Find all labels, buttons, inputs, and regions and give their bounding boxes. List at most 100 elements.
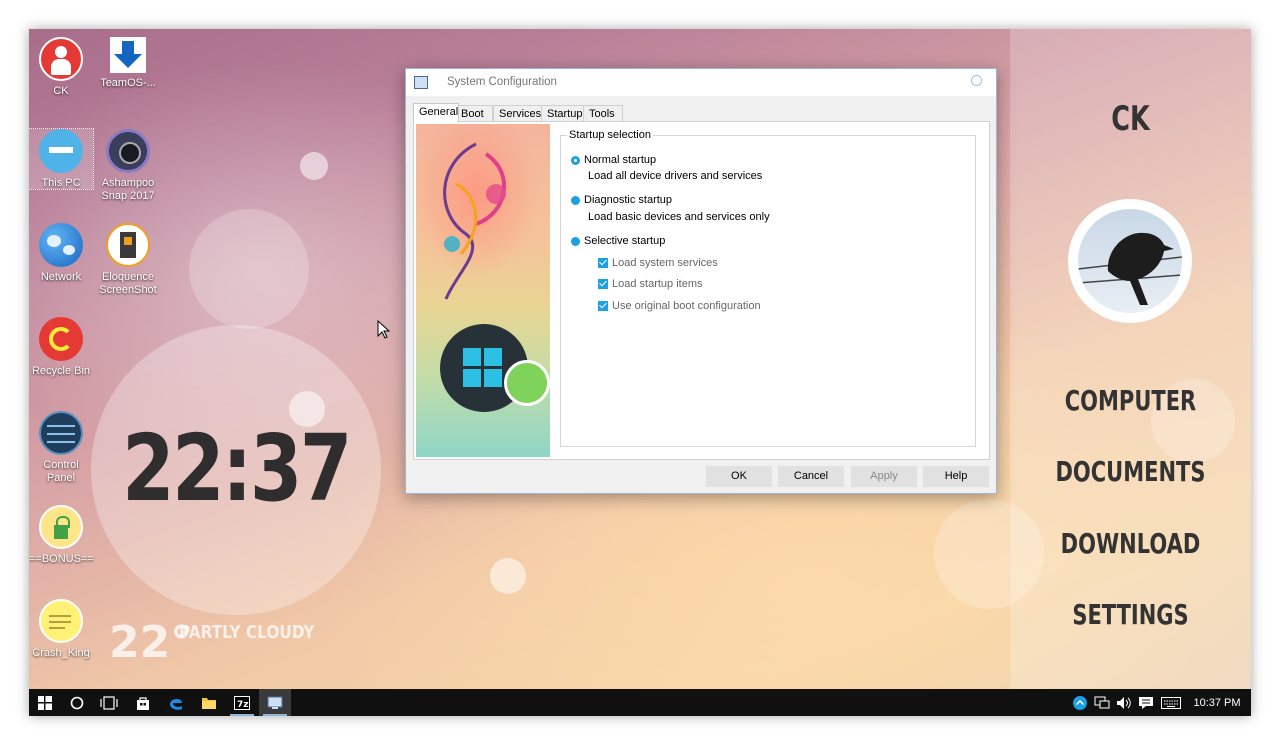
checkbox-load-startup-items[interactable]: Load startup items: [598, 278, 703, 290]
start-icon[interactable]: [29, 689, 61, 716]
desktop-icon-label: TeamOS-...: [100, 77, 156, 89]
action-center-icon[interactable]: [1136, 689, 1156, 716]
windows-logo-icon: [463, 348, 503, 388]
desktop-icon-label: CK: [53, 85, 69, 97]
desktop-icon-ashampoo[interactable]: Ashampoo Snap 2017: [96, 129, 160, 203]
desktop-icon-ck[interactable]: CK: [29, 37, 93, 98]
side-panel-link-download[interactable]: DOWNLOAD: [1040, 527, 1221, 560]
bokeh-decoration: [490, 558, 526, 594]
checkbox-label: Load system services: [612, 257, 718, 269]
startup-selection-group: Startup selection Normal startup Load al…: [560, 129, 976, 447]
radio-button-checked[interactable]: [571, 155, 580, 165]
msconfig-app-icon: [414, 76, 428, 89]
7zip-icon[interactable]: 7z: [226, 689, 258, 716]
checkbox-load-system-services[interactable]: Load system services: [598, 257, 718, 269]
radio-selective-startup[interactable]: Selective startup: [571, 235, 665, 247]
checkbox[interactable]: [598, 279, 608, 289]
desktop-icon-label: Ashampoo Snap 2017: [101, 177, 155, 202]
windows-banner-image: [416, 124, 550, 457]
dialog-titlebar[interactable]: System Configuration: [406, 69, 996, 96]
svg-text:7z: 7z: [237, 700, 249, 710]
apply-button[interactable]: Apply: [851, 466, 917, 487]
store-icon[interactable]: [127, 689, 159, 716]
tab-general[interactable]: General: [413, 103, 459, 123]
show-hidden-icon[interactable]: [1071, 689, 1089, 716]
radio-label: Diagnostic startup: [584, 194, 673, 206]
desktop-icon-control-panel[interactable]: Control Panel: [29, 411, 93, 485]
system-config-icon[interactable]: [259, 689, 291, 716]
camera-lens-icon: [106, 129, 150, 173]
radio-label: Normal startup: [584, 154, 657, 166]
recycle-bin-icon: [39, 317, 83, 361]
checkbox-label: Load startup items: [612, 278, 703, 290]
edge-icon[interactable]: [160, 689, 192, 716]
help-button[interactable]: Help: [923, 466, 989, 487]
notepad-icon: [39, 599, 83, 643]
tab-tools[interactable]: Tools: [583, 105, 623, 122]
network-icon[interactable]: [1092, 689, 1112, 716]
dialog-title: System Configuration: [447, 76, 557, 88]
desktop-icon-label: Network: [40, 271, 82, 283]
side-panel: CK COMPUTER DOCUMENTS DOWNLOAD SETTINGS: [1010, 29, 1251, 689]
avatar[interactable]: [1068, 199, 1192, 323]
side-panel-user-name: CK: [1111, 99, 1150, 139]
cancel-button[interactable]: Cancel: [778, 466, 844, 487]
desktop-icon-label: Crash_King: [32, 647, 90, 659]
user-icon: [39, 37, 83, 81]
option-description: Load basic devices and services only: [588, 211, 770, 223]
tab-startup[interactable]: Startup: [541, 105, 589, 122]
general-tab-panel: Startup selection Normal startup Load al…: [413, 121, 990, 460]
desktop-icon-label: ==BONUS==: [29, 553, 94, 565]
desktop-icon-this-pc[interactable]: This PC: [29, 128, 94, 190]
desktop-icon-label: This PC: [41, 177, 81, 189]
bird-avatar-icon: [1078, 209, 1182, 313]
radio-button[interactable]: [571, 195, 580, 205]
startup-selection-label: Startup selection: [567, 129, 653, 141]
padlock-icon: [39, 505, 83, 549]
taskbar-clock[interactable]: 10:37 PM: [1187, 689, 1247, 716]
radio-button[interactable]: [571, 236, 580, 246]
desktop-icon-bonus[interactable]: ==BONUS==: [29, 505, 94, 566]
bokeh-decoration: [300, 152, 328, 180]
side-panel-link-computer[interactable]: COMPUTER: [1040, 384, 1221, 417]
side-panel-link-documents[interactable]: DOCUMENTS: [1040, 455, 1221, 488]
control-panel-icon: [39, 411, 83, 455]
file-explorer-icon[interactable]: [193, 689, 225, 716]
desktop: CK TeamOS-... This PC Ashampoo Snap 2017…: [29, 29, 1251, 716]
globe-icon: [39, 223, 83, 267]
wrench-icon: [504, 360, 550, 406]
weather-condition: PARTLY CLOUDY: [179, 622, 315, 643]
option-description: Load all device drivers and services: [588, 170, 763, 182]
checkbox-label: Use original boot configuration: [612, 300, 761, 312]
desktop-icon-crash-king[interactable]: Crash_King: [29, 599, 93, 660]
radio-label: Selective startup: [584, 235, 666, 247]
checkbox-use-original-boot-config[interactable]: Use original boot configuration: [598, 300, 761, 312]
swirl-decoration: [443, 142, 506, 300]
tab-boot[interactable]: Boot: [455, 105, 493, 122]
tab-services[interactable]: Services: [493, 105, 547, 122]
ok-button[interactable]: OK: [706, 466, 772, 487]
screenshot-app-icon: [106, 223, 150, 267]
keyboard-icon[interactable]: [1159, 689, 1183, 716]
mouse-cursor-icon: [377, 320, 391, 339]
desktop-icon-label: Eloquence ScreenShot: [99, 271, 157, 296]
computer-icon: [39, 129, 83, 173]
cortana-icon[interactable]: [61, 689, 93, 716]
side-panel-link-settings[interactable]: SETTINGS: [1040, 598, 1221, 631]
volume-icon[interactable]: [1114, 689, 1134, 716]
close-icon[interactable]: [971, 75, 982, 86]
desktop-icon-eloquence[interactable]: Eloquence ScreenShot: [96, 223, 160, 297]
radio-diagnostic-startup[interactable]: Diagnostic startup: [571, 194, 672, 206]
checkbox[interactable]: [598, 301, 608, 311]
download-arrow-icon: [110, 37, 146, 73]
bokeh-decoration: [189, 209, 309, 329]
desktop-icon-teamos[interactable]: TeamOS-...: [96, 37, 160, 90]
system-configuration-dialog: System Configuration General Boot Servic…: [405, 68, 997, 494]
clock-time: 22:37: [122, 415, 352, 522]
desktop-icon-network[interactable]: Network: [29, 223, 93, 284]
desktop-icon-label: Recycle Bin: [31, 365, 91, 377]
radio-normal-startup[interactable]: Normal startup: [571, 154, 656, 166]
task-view-icon[interactable]: [93, 689, 125, 716]
checkbox[interactable]: [598, 258, 608, 268]
desktop-icon-recycle-bin[interactable]: Recycle Bin: [29, 317, 93, 378]
